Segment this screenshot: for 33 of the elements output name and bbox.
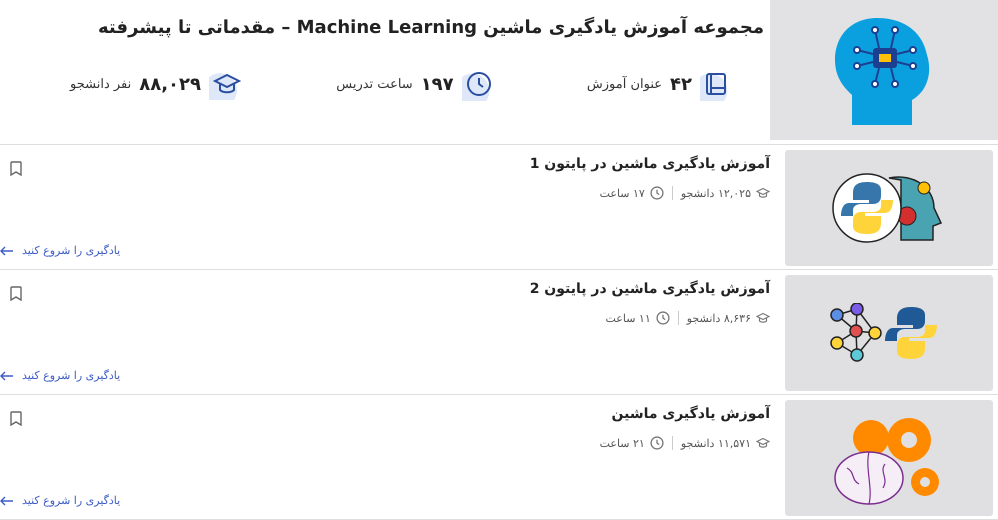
- graduation-cap-icon: [756, 312, 770, 324]
- arrow-left-icon: [0, 496, 14, 506]
- course-duration: ۱۷ ساعت: [600, 186, 645, 200]
- start-learning-link[interactable]: یادگیری را شروع کنید: [0, 494, 120, 507]
- start-learning-link[interactable]: یادگیری را شروع کنید: [0, 244, 120, 257]
- graduation-cap-icon: [213, 72, 242, 96]
- student-count: ۱۱,۵۷۱ دانشجو: [680, 436, 751, 450]
- stat-value: ۸۸,۰۲۹: [139, 74, 202, 94]
- course-duration: ۱۱ ساعت: [605, 312, 651, 324]
- course-title[interactable]: آموزش یادگیری ماشین: [612, 406, 770, 422]
- clock-icon: [650, 436, 664, 450]
- arrow-left-icon: [0, 370, 14, 380]
- start-learning-link[interactable]: یادگیری را شروع کنید: [0, 369, 120, 382]
- clock-icon: [656, 311, 670, 325]
- student-count: ۱۲,۰۲۵ دانشجو: [680, 186, 751, 200]
- collection-title: مجموعه آموزش یادگیری ماشین Machine Learning – مقدماتی تا پیشرفته: [97, 15, 764, 40]
- graduation-cap-icon: [756, 437, 770, 449]
- stat-label: نفر دانشجو: [70, 76, 132, 92]
- bookmark-icon[interactable]: [10, 161, 22, 176]
- arrow-left-icon: [0, 246, 14, 256]
- stat-label: عنوان آموزش: [586, 76, 662, 92]
- clock-icon: [466, 71, 492, 97]
- bookmark-icon[interactable]: [10, 286, 22, 301]
- student-count: ۸,۶۳۶ دانشجو: [686, 312, 751, 324]
- bookmark-icon[interactable]: [10, 411, 22, 426]
- stat-value: ۴۲: [670, 74, 692, 94]
- stat-label: ساعت تدریس: [336, 76, 413, 92]
- course-title[interactable]: آموزش یادگیری ماشین در پایتون 2: [530, 281, 770, 297]
- stat-value: ۱۹۷: [420, 74, 454, 94]
- course-duration: ۲۱ ساعت: [600, 436, 645, 450]
- graduation-cap-icon: [756, 187, 770, 199]
- course-title[interactable]: آموزش یادگیری ماشین در پایتون 1: [530, 156, 770, 172]
- clock-icon: [650, 186, 664, 200]
